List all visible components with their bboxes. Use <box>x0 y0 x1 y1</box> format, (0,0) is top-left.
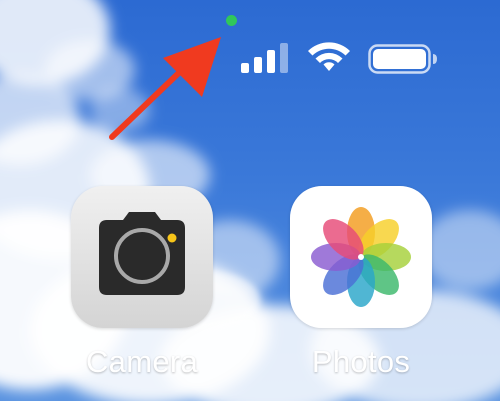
cellular-signal-icon <box>241 43 288 73</box>
wifi-icon <box>308 42 350 71</box>
photos-flower-icon[interactable] <box>290 186 432 328</box>
app-label-camera: Camera <box>85 344 199 379</box>
battery-icon <box>368 44 437 74</box>
app-label-photos: Photos <box>311 344 411 379</box>
app-photos[interactable]: Photos <box>290 186 432 379</box>
privacy-indicator-dot <box>226 15 237 26</box>
camera-icon[interactable] <box>71 186 213 328</box>
app-camera[interactable]: Camera <box>71 186 213 379</box>
status-bar <box>0 0 500 95</box>
home-screen: Camera Photos <box>0 0 500 401</box>
